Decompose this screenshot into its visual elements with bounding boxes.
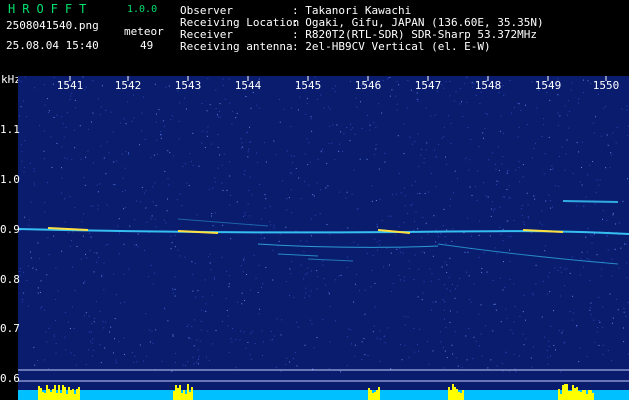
x-tick-label: 1550 — [592, 79, 620, 92]
signal-bar — [448, 387, 450, 400]
signal-bar — [376, 390, 378, 400]
signal-bar — [179, 385, 181, 400]
signal-bar — [183, 390, 185, 400]
upper-trace — [562, 200, 619, 203]
spectrum-background — [18, 76, 629, 400]
y-tick-label: 1.0 — [0, 173, 20, 186]
x-tick-label: 1542 — [114, 79, 142, 92]
x-tick-label: 1545 — [294, 79, 322, 92]
signal-bar — [450, 390, 452, 400]
signal-bar — [62, 385, 64, 400]
signal-bar — [185, 394, 187, 400]
signal-bar — [58, 385, 60, 400]
signal-bar — [574, 388, 576, 400]
y-tick-label: 0.9 — [0, 223, 20, 236]
signal-bar — [374, 392, 376, 400]
signal-bar — [456, 389, 458, 400]
signal-bar — [452, 384, 454, 400]
signal-bar — [566, 384, 568, 400]
signal-bar — [372, 393, 374, 400]
signal-bar — [54, 385, 56, 400]
meteor-count: 49 — [140, 39, 154, 52]
signal-bar — [68, 387, 70, 400]
signal-bar — [66, 394, 68, 400]
y-tick-label: 0.8 — [0, 273, 20, 286]
signal-bar — [454, 387, 456, 400]
signal-bar — [177, 388, 179, 400]
x-tick-label: 1548 — [474, 79, 502, 92]
signal-bar — [588, 390, 590, 400]
signal-bar — [560, 394, 562, 400]
x-tick-label: 1549 — [534, 79, 562, 92]
signal-bar — [42, 392, 44, 400]
signal-bar — [370, 390, 372, 400]
signal-bar — [590, 390, 592, 400]
signal-bar — [582, 390, 584, 400]
header-panel: HROFFT 1.0.0 2508041540.png 25.08.04 15:… — [0, 0, 629, 72]
signal-bar — [378, 387, 380, 400]
app-version: 1.0.0 — [127, 4, 158, 15]
signal-bar — [78, 387, 80, 400]
signal-bar — [74, 394, 76, 400]
x-tick-label: 1546 — [354, 79, 382, 92]
y-tick-label: 1.1 — [0, 123, 20, 136]
signal-bar — [584, 390, 586, 400]
signal-bar — [173, 391, 175, 400]
capture-datetime: 25.08.04 15:40 — [6, 39, 99, 52]
signal-bar — [64, 387, 66, 400]
signal-bar — [460, 393, 462, 400]
signal-bar — [38, 386, 40, 400]
signal-bar — [72, 389, 74, 400]
signal-bar — [46, 385, 48, 400]
antenna-value: : 2el-HB9CV Vertical (el. E-W) — [292, 40, 491, 53]
x-tick-label: 1543 — [174, 79, 202, 92]
signal-bar — [570, 391, 572, 400]
signal-bar — [191, 387, 193, 400]
y-tick-label: 0.6 — [0, 372, 20, 385]
spectrogram — [18, 76, 629, 400]
signal-bar — [187, 384, 189, 400]
signal-bar — [580, 392, 582, 400]
signal-bar — [564, 384, 566, 400]
signal-bar — [458, 392, 460, 400]
x-tick-label: 1541 — [56, 79, 84, 92]
y-tick-label: 0.7 — [0, 322, 20, 335]
signal-bar — [592, 393, 594, 400]
x-tick-label: 1547 — [414, 79, 442, 92]
antenna-label: Receiving antenna — [180, 40, 293, 53]
signal-bar — [56, 393, 58, 400]
noise-floor-strip — [18, 390, 629, 400]
signal-bar — [578, 391, 580, 400]
signal-bar — [562, 385, 564, 400]
signal-bar — [558, 389, 560, 400]
signal-bar — [576, 387, 578, 400]
signal-bar — [70, 390, 72, 400]
file-name: 2508041540.png — [6, 19, 99, 32]
signal-bar — [40, 388, 42, 400]
signal-bar — [368, 388, 370, 400]
signal-bar — [586, 394, 588, 400]
signal-bar — [181, 393, 183, 400]
signal-bar — [76, 389, 78, 400]
signal-bar — [44, 393, 46, 400]
signal-bar — [60, 393, 62, 400]
signal-bar — [48, 389, 50, 400]
meteor-label: meteor — [124, 25, 164, 38]
signal-bar — [568, 391, 570, 400]
app-logo: HROFFT — [8, 2, 94, 16]
signal-bar — [189, 392, 191, 400]
signal-bar — [462, 390, 464, 400]
signal-bar — [50, 392, 52, 400]
signal-bar — [175, 385, 177, 400]
signal-bar — [52, 389, 54, 400]
signal-bar — [572, 385, 574, 400]
x-tick-label: 1544 — [234, 79, 262, 92]
